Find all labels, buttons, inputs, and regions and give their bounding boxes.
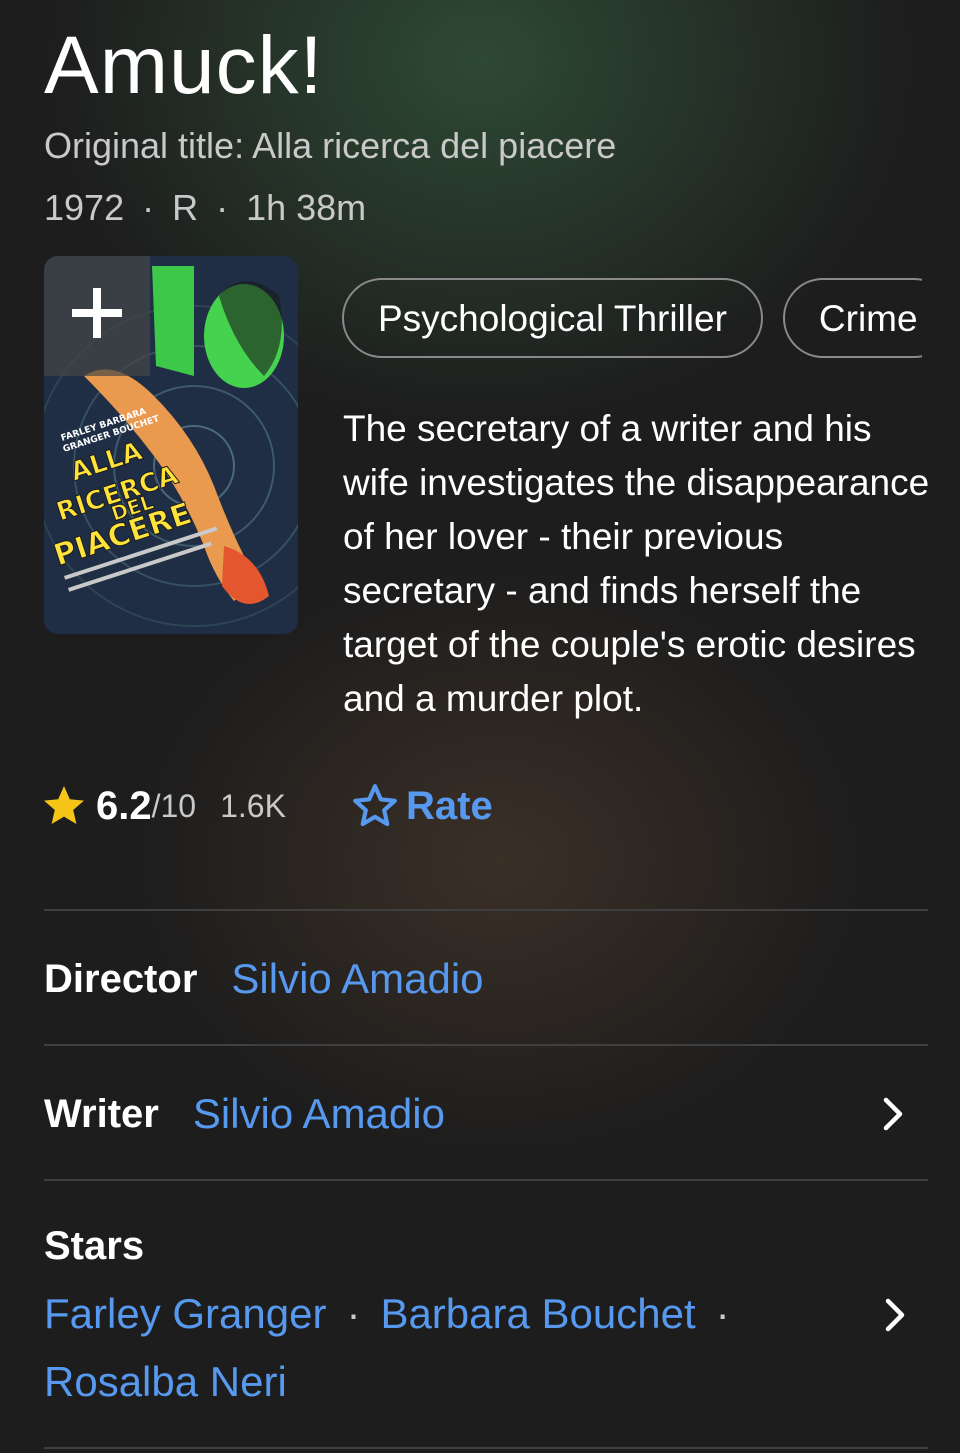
writer-row[interactable]: Writer Silvio Amadio: [44, 1079, 928, 1149]
director-row: Director Silvio Amadio: [44, 944, 928, 1014]
director-link[interactable]: Silvio Amadio: [231, 955, 483, 1003]
star-link[interactable]: Farley Granger: [44, 1290, 326, 1337]
divider: [44, 1044, 928, 1046]
vote-count: 1.6K: [220, 787, 286, 824]
original-title: Original title: Alla ricerca del piacere: [44, 125, 617, 166]
plus-icon[interactable]: [70, 286, 124, 340]
rate-label: Rate: [406, 783, 493, 828]
genre-chip[interactable]: Crime: [782, 278, 922, 358]
star-link[interactable]: Rosalba Neri: [44, 1358, 287, 1405]
genre-chip[interactable]: Psychological Thriller: [342, 278, 763, 358]
movie-meta: 1972 · R · 1h 38m: [44, 187, 367, 228]
chevron-right-icon[interactable]: [880, 1295, 910, 1335]
imdb-rating[interactable]: 6.2 /10 1.6K: [40, 778, 286, 834]
rate-button[interactable]: Rate: [350, 778, 493, 834]
rating-scale: /10: [151, 787, 197, 824]
chevron-right-icon[interactable]: [878, 1094, 908, 1134]
writer-label: Writer: [44, 1091, 159, 1136]
rating-score: 6.2: [96, 783, 152, 828]
release-year: 1972: [44, 187, 125, 228]
divider: [44, 1179, 928, 1181]
divider: [44, 1447, 928, 1449]
star-link[interactable]: Barbara Bouchet: [380, 1290, 695, 1337]
genre-chips: Psychological Thriller Crime: [342, 278, 922, 360]
star-outline-icon: [353, 784, 397, 827]
runtime: 1h 38m: [246, 187, 367, 228]
stars-list: Farley Granger · Barbara Bouchet · Rosalba …: [44, 1290, 730, 1405]
plot-summary: The secretary of a writer and his wife i…: [343, 408, 930, 719]
divider: [44, 909, 928, 911]
star-icon: [44, 786, 84, 824]
movie-title: Amuck!: [44, 20, 324, 111]
stars-label: Stars: [44, 1224, 145, 1268]
poster-image[interactable]: ALLA RICERCA DEL PIACERE FARLEY BARBARA …: [44, 256, 298, 634]
content-rating: R: [172, 187, 199, 228]
director-label: Director: [44, 956, 198, 1001]
writer-link[interactable]: Silvio Amadio: [193, 1090, 445, 1138]
